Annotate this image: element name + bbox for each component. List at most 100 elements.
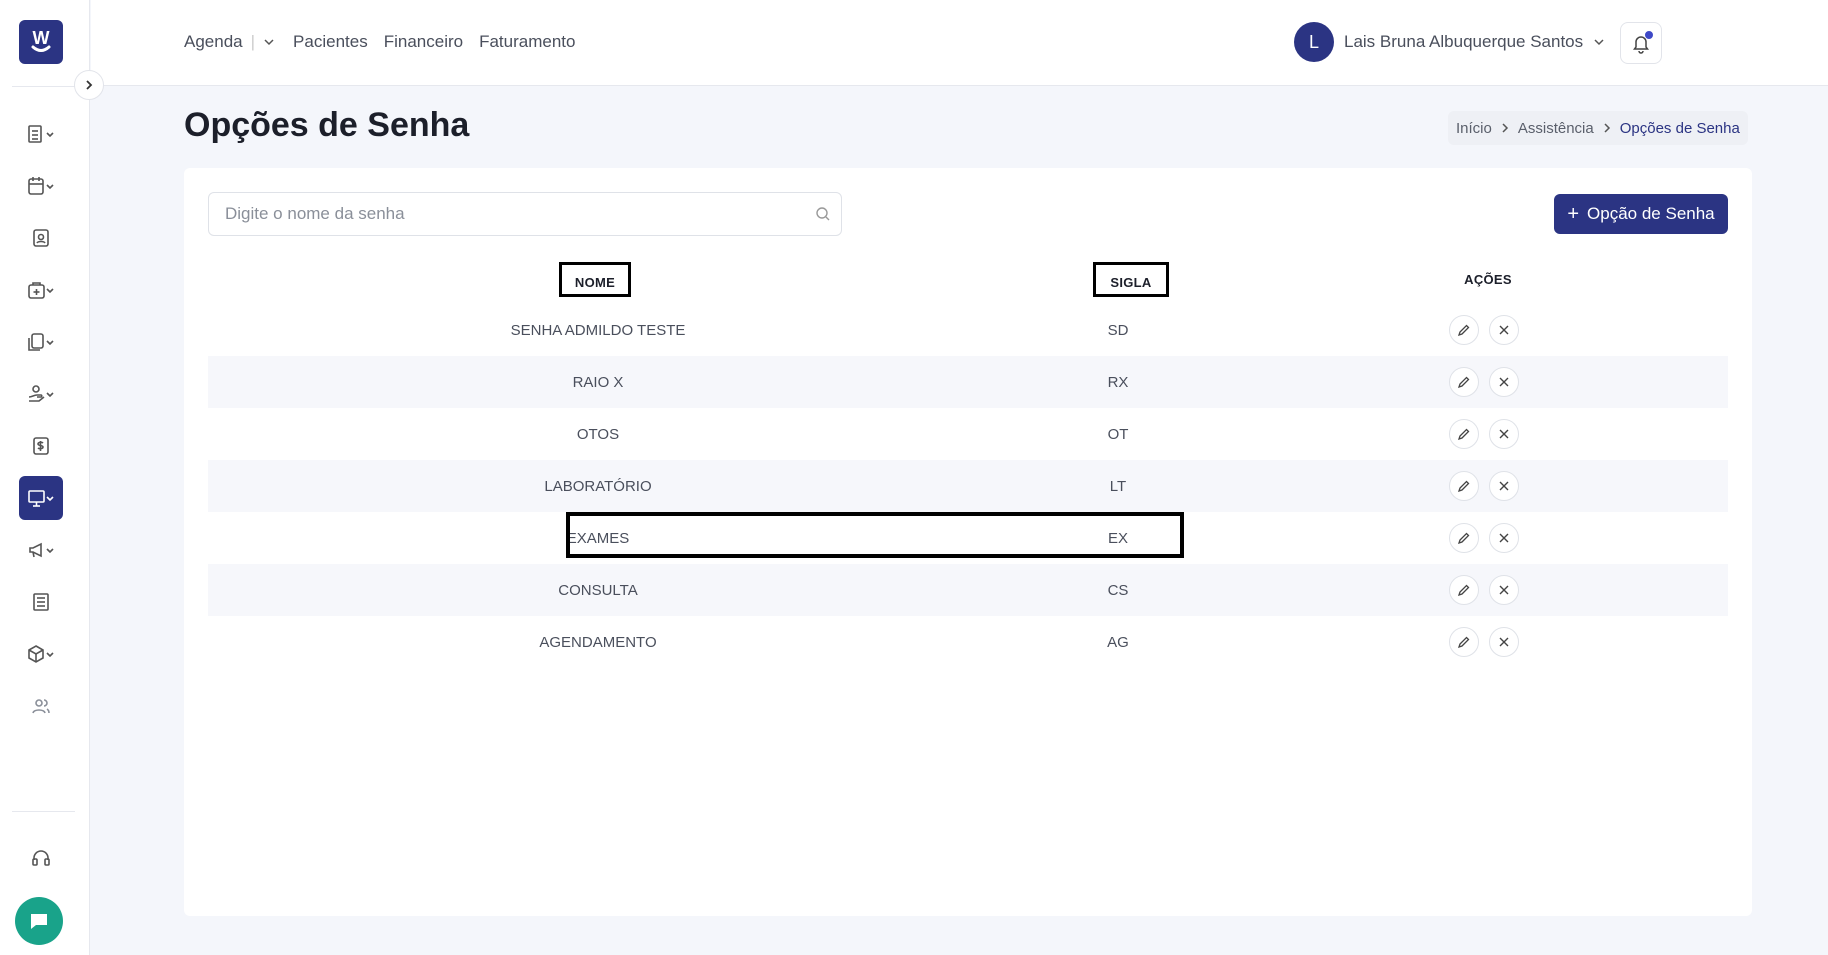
- delete-button[interactable]: [1489, 367, 1519, 397]
- add-password-option-button[interactable]: + Opção de Senha: [1554, 194, 1728, 234]
- chevron-down-icon: [1594, 39, 1604, 46]
- table-row: RAIO X RX: [208, 356, 1728, 408]
- sidebar-item-support[interactable]: [19, 836, 63, 880]
- pencil-icon: [1457, 583, 1471, 597]
- medical-bag-icon: [28, 282, 54, 299]
- table-row: AGENDAMENTO AG: [208, 616, 1728, 668]
- sidebar-item-users[interactable]: [19, 684, 63, 728]
- page-title: Opções de Senha: [184, 106, 470, 144]
- column-header-nome[interactable]: NOME: [558, 254, 632, 304]
- sidebar-item-calendar[interactable]: [19, 164, 63, 208]
- dollar-icon: [33, 437, 49, 455]
- sidebar-item-finance[interactable]: [19, 424, 63, 468]
- list-icon: [28, 125, 54, 143]
- chevron-down-icon: [264, 39, 274, 46]
- sidebar-toggle-button[interactable]: [74, 70, 104, 100]
- pencil-icon: [1457, 323, 1471, 337]
- cell-acoes: [1444, 460, 1524, 512]
- sidebar-item-inventory[interactable]: [19, 632, 63, 676]
- close-icon: [1498, 480, 1510, 492]
- sidebar-item-medical[interactable]: [19, 268, 63, 312]
- column-header-acoes: AÇÕES: [1464, 271, 1512, 287]
- sidebar-item-documents[interactable]: [19, 320, 63, 364]
- sidebar-item-marketing[interactable]: [19, 528, 63, 572]
- delete-button[interactable]: [1489, 575, 1519, 605]
- table-body: SENHA ADMILDO TESTE SD RAIO X RX OTOS OT LABOR…: [208, 304, 1728, 668]
- close-icon: [1498, 584, 1510, 596]
- notifications-button[interactable]: [1620, 22, 1662, 64]
- top-nav: Agenda | Pacientes Financeiro Faturament…: [184, 32, 591, 52]
- breadcrumb-current: Opções de Senha: [1619, 119, 1740, 137]
- pencil-icon: [1457, 531, 1471, 545]
- breadcrumb: Início Assistência Opções de Senha: [1448, 111, 1748, 145]
- sidebar-item-list[interactable]: [19, 112, 63, 156]
- app-logo[interactable]: W: [19, 20, 63, 64]
- delete-button[interactable]: [1489, 627, 1519, 657]
- table-row: EXAMES EX: [208, 512, 1728, 564]
- column-header-sigla-label: SIGLA: [1093, 261, 1169, 297]
- chat-button[interactable]: [15, 897, 63, 945]
- delete-button[interactable]: [1489, 315, 1519, 345]
- table-row: LABORATÓRIO LT: [208, 460, 1728, 512]
- cell-sigla: CS: [1107, 581, 1129, 599]
- search-box: [208, 192, 842, 236]
- pencil-icon: [1457, 375, 1471, 389]
- nav-financeiro[interactable]: Financeiro: [384, 32, 463, 52]
- delete-button[interactable]: [1489, 419, 1519, 449]
- edit-button[interactable]: [1449, 523, 1479, 553]
- cell-nome: SENHA ADMILDO TESTE: [510, 321, 686, 339]
- logo-icon: W: [31, 28, 51, 52]
- table-row: SENHA ADMILDO TESTE SD: [208, 304, 1728, 356]
- nav-agenda[interactable]: Agenda: [184, 32, 243, 52]
- sidebar: W: [0, 0, 90, 955]
- search-icon[interactable]: [815, 206, 831, 227]
- cell-nome: OTOS: [576, 425, 620, 443]
- cell-acoes: [1444, 304, 1524, 356]
- box-icon: [28, 645, 54, 663]
- edit-button[interactable]: [1449, 627, 1479, 657]
- close-icon: [1498, 532, 1510, 544]
- sidebar-item-care[interactable]: [19, 372, 63, 416]
- agenda-dropdown[interactable]: [263, 36, 275, 48]
- breadcrumb-chevron-icon: [1500, 123, 1510, 133]
- chevron-right-icon: [86, 80, 93, 90]
- edit-button[interactable]: [1449, 471, 1479, 501]
- breadcrumb-assistencia[interactable]: Assistência: [1518, 120, 1594, 137]
- pencil-icon: [1457, 479, 1471, 493]
- edit-button[interactable]: [1449, 367, 1479, 397]
- table-row: OTOS OT: [208, 408, 1728, 460]
- cell-nome: LABORATÓRIO: [544, 477, 652, 495]
- delete-button[interactable]: [1489, 471, 1519, 501]
- avatar: L: [1294, 22, 1334, 62]
- edit-button[interactable]: [1449, 419, 1479, 449]
- cell-nome: RAIO X: [572, 373, 624, 391]
- hand-care-icon: [28, 385, 54, 402]
- edit-button[interactable]: [1449, 575, 1479, 605]
- sidebar-item-reports[interactable]: [19, 580, 63, 624]
- user-menu[interactable]: L Lais Bruna Albuquerque Santos: [1294, 22, 1605, 62]
- sidebar-item-monitor[interactable]: [19, 476, 63, 520]
- content-card: + Opção de Senha NOME SIGLA AÇÕES SENHA …: [184, 168, 1752, 916]
- cell-nome: CONSULTA: [558, 581, 638, 599]
- close-icon: [1498, 376, 1510, 388]
- nav-pacientes[interactable]: Pacientes: [293, 32, 368, 52]
- cell-sigla: OT: [1107, 425, 1129, 443]
- cell-sigla: EX: [1107, 529, 1128, 547]
- cell-sigla: SD: [1107, 321, 1129, 339]
- breadcrumb-inicio[interactable]: Início: [1456, 120, 1492, 137]
- column-header-sigla[interactable]: SIGLA: [1093, 254, 1169, 304]
- cell-sigla: RX: [1107, 373, 1129, 391]
- cell-nome: AGENDAMENTO: [539, 633, 657, 651]
- cell-sigla: LT: [1109, 477, 1127, 495]
- svg-text:W: W: [33, 28, 50, 48]
- sidebar-item-patient-card[interactable]: [19, 216, 63, 260]
- nav-faturamento[interactable]: Faturamento: [479, 32, 575, 52]
- edit-button[interactable]: [1449, 315, 1479, 345]
- cell-acoes: [1444, 408, 1524, 460]
- chat-icon: [31, 914, 47, 929]
- search-input[interactable]: [209, 193, 841, 235]
- add-button-label: Opção de Senha: [1587, 204, 1715, 223]
- cell-acoes: [1444, 512, 1524, 564]
- newspaper-icon: [33, 593, 49, 611]
- delete-button[interactable]: [1489, 523, 1519, 553]
